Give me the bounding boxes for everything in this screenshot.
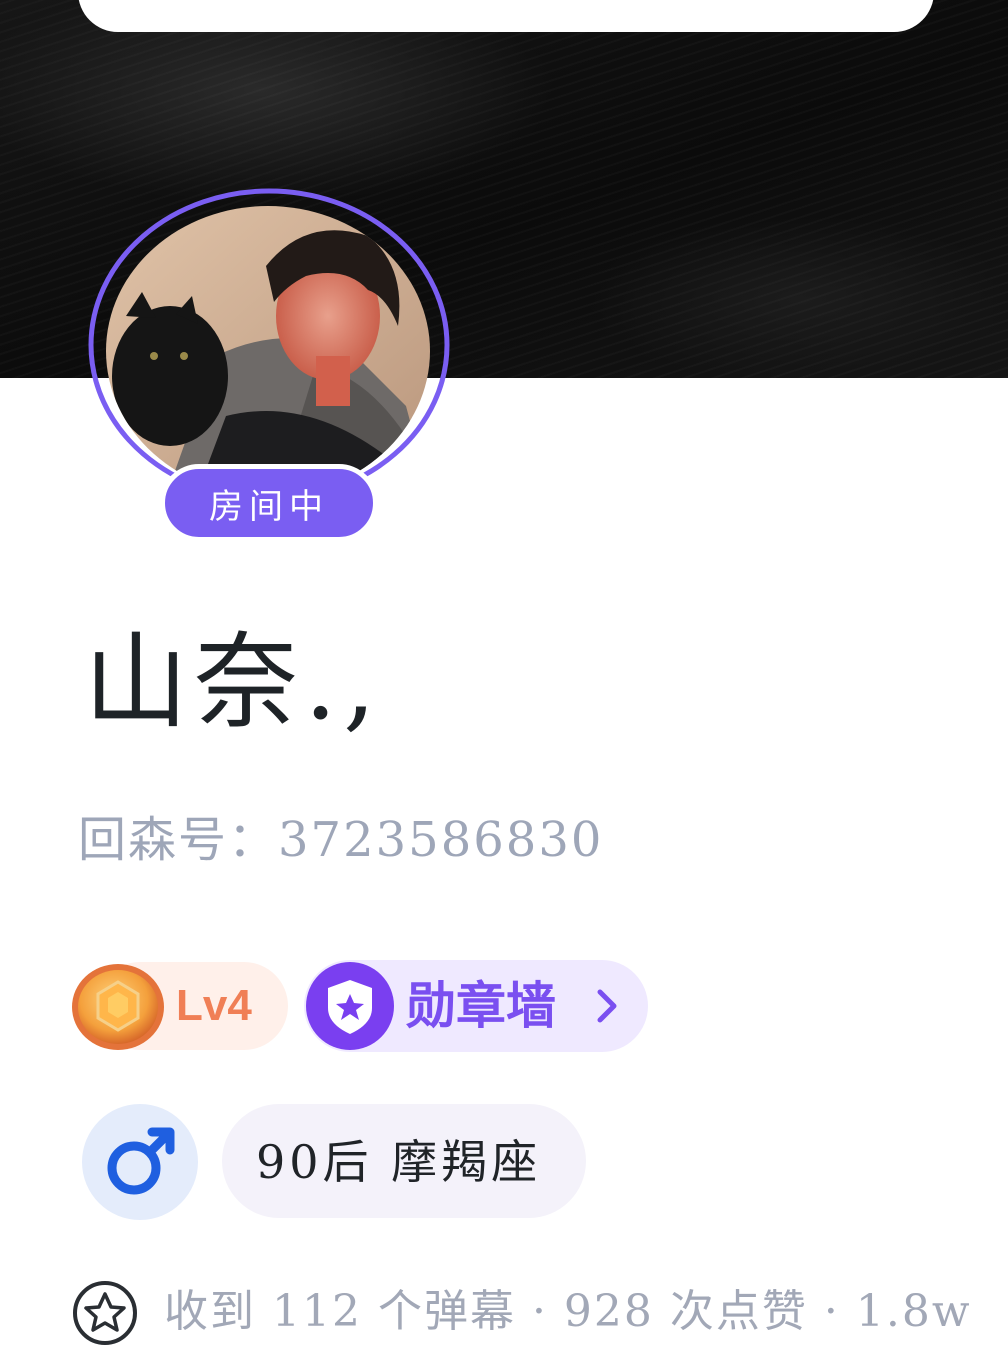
honeycomb-level-icon [70,962,166,1052]
shield-star-icon [304,960,396,1052]
chevron-right-icon [592,982,622,1030]
profile-page: 房间中 山奈., 回森号：3723586830 Lv4 勋章墙 90后 摩羯座 … [0,0,1008,1347]
room-status-badge[interactable]: 房间中 [160,464,378,542]
level-label: Lv4 [176,981,252,1030]
top-card [78,0,934,32]
stats-summary: 收到 112 个弹幕 · 928 次点赞 · 1.8w [164,1286,972,1337]
age-zodiac-tags: 90后 摩羯座 [256,1135,542,1189]
user-id[interactable]: 回森号：3723586830 [78,816,603,864]
nickname: 山奈., [84,621,383,743]
medal-wall-label: 勋章墙 [406,977,556,1035]
avatar[interactable] [106,206,430,496]
gender-badge [82,1104,198,1220]
male-icon [107,1127,175,1195]
flower-icon [72,1280,138,1346]
